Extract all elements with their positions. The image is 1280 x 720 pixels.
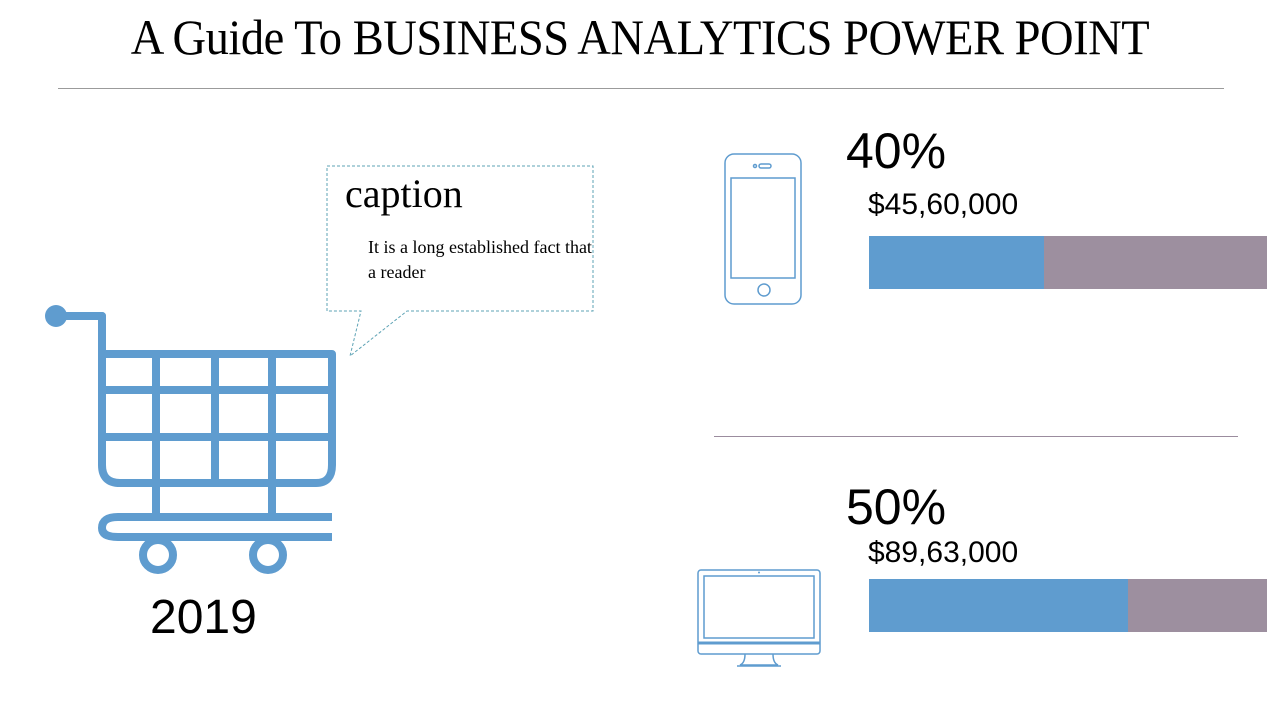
section-divider	[714, 436, 1238, 437]
progress-bar-fill	[869, 579, 1128, 632]
title-divider	[58, 88, 1224, 89]
shopping-cart-icon	[45, 305, 336, 574]
caption-body: It is a long established fact that a rea…	[368, 237, 592, 282]
progress-bar	[869, 579, 1267, 632]
desktop-monitor-icon	[697, 569, 821, 667]
metric-percent: 40%	[846, 123, 947, 179]
year-label: 2019	[150, 591, 257, 644]
metric-amount: $89,63,000	[868, 536, 1019, 569]
progress-bar	[869, 236, 1267, 289]
smartphone-icon	[724, 153, 802, 305]
metric-amount: $45,60,000	[868, 188, 1019, 221]
metric-percent: 50%	[846, 479, 947, 535]
caption-heading: caption	[345, 171, 463, 216]
progress-bar-fill	[869, 236, 1045, 289]
slide-title: A Guide To BUSINESS ANALYTICS POWER POIN…	[130, 9, 1150, 65]
